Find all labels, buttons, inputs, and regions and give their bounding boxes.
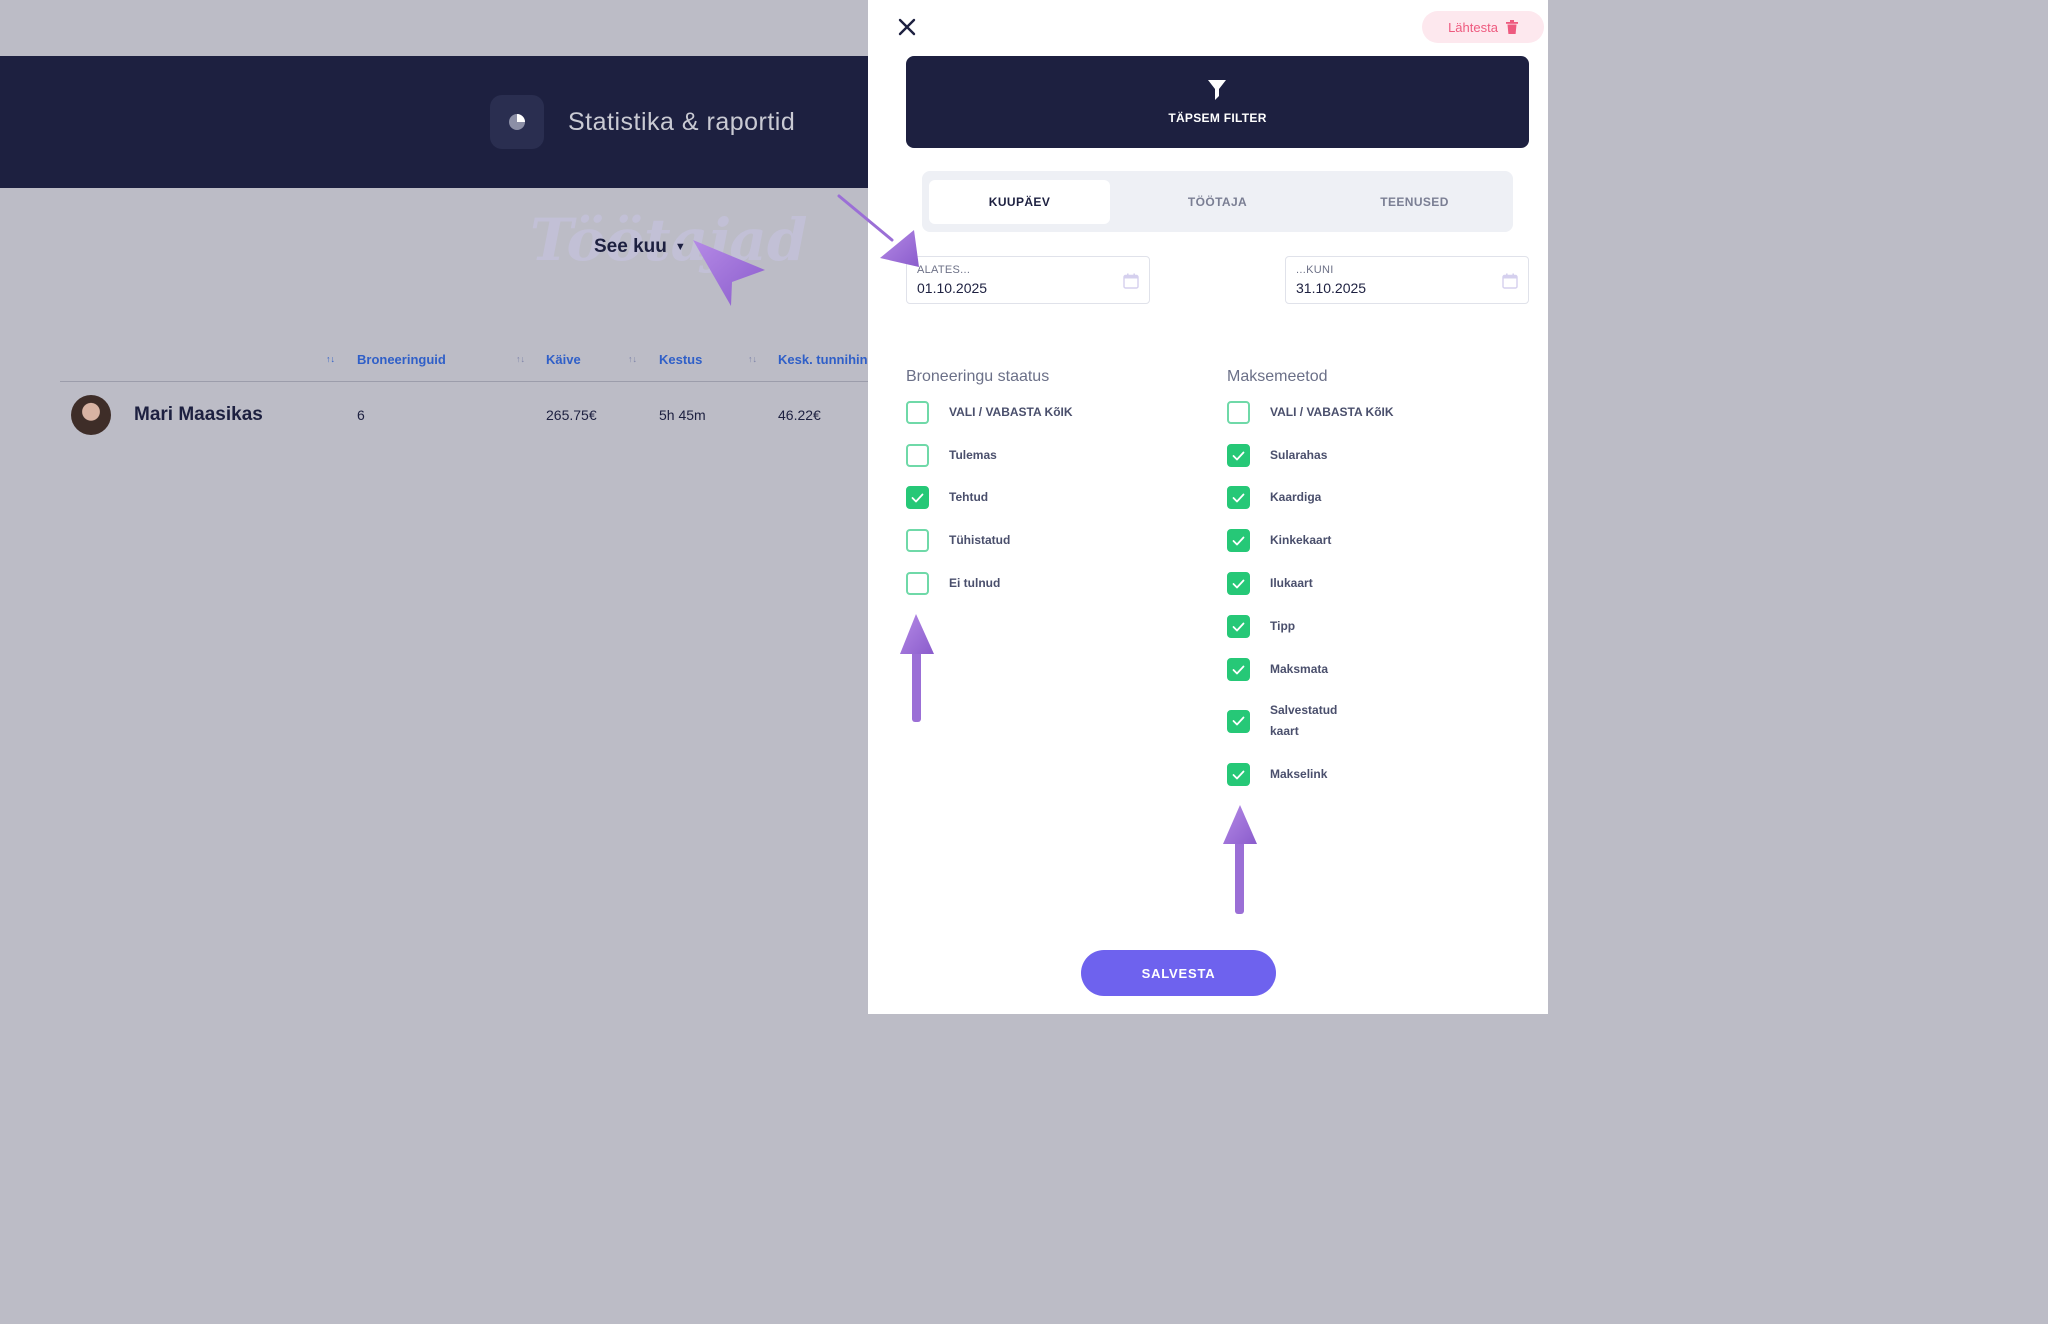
tab-date[interactable]: KUUPÄEV [929, 180, 1110, 224]
payment-checkbox-tip[interactable]: Tipp [1227, 615, 1295, 638]
checkbox-label: Sularahas [1270, 448, 1328, 462]
status-checkbox-cancelled[interactable]: Tühistatud [906, 529, 1010, 552]
app-logo [490, 95, 544, 149]
payment-checkbox-saved-card[interactable]: Salvestatud kaart [1227, 700, 1350, 742]
trash-icon [1505, 20, 1518, 34]
payment-section-title: Maksemeetod [1227, 368, 1328, 385]
date-to-label: ...KUNI [1296, 264, 1334, 276]
avatar [71, 395, 111, 435]
calendar-icon[interactable] [1502, 273, 1518, 289]
status-checkbox-no-show[interactable]: Ei tulnud [906, 572, 1000, 595]
tab-services[interactable]: TEENUSED [1324, 180, 1505, 224]
check-icon [1232, 493, 1245, 502]
caret-down-icon: ▼ [674, 241, 686, 253]
payment-checkbox-cash[interactable]: Sularahas [1227, 444, 1327, 467]
sort-icon[interactable]: ↑↓ [326, 354, 335, 364]
check-icon [1232, 665, 1245, 674]
status-checkbox-all[interactable]: VALI / VABASTA KõIK [906, 401, 1073, 424]
bookings-cell: 6 [357, 407, 365, 423]
sort-icon[interactable]: ↑↓ [628, 354, 637, 364]
column-header-turnover[interactable]: Käive [546, 352, 581, 367]
checkbox[interactable] [1227, 486, 1250, 509]
page-title: Statistika & raportid [568, 108, 796, 136]
status-section-title: Broneeringu staatus [906, 368, 1050, 385]
checkbox[interactable] [906, 444, 929, 467]
check-icon [1232, 536, 1245, 545]
sort-icon[interactable]: ↑↓ [516, 354, 525, 364]
period-label: See kuu [594, 236, 667, 257]
checkbox[interactable] [906, 401, 929, 424]
checkbox[interactable] [1227, 401, 1250, 424]
filter-banner: TÄPSEM FILTER [906, 56, 1529, 148]
duration-cell: 5h 45m [659, 407, 706, 423]
check-icon [1232, 451, 1245, 460]
checkbox-label: Ei tulnud [949, 576, 1001, 590]
checkbox-label: Ilukaart [1270, 576, 1313, 590]
checkbox[interactable] [1227, 709, 1250, 733]
date-from-field[interactable]: ALATES... 01.10.2025 [906, 256, 1150, 304]
check-icon [1232, 770, 1245, 779]
turnover-cell: 265.75€ [546, 407, 597, 423]
column-header-duration[interactable]: Kestus [659, 352, 702, 367]
checkbox[interactable] [906, 529, 929, 552]
payment-checkbox-payment-link[interactable]: Makselink [1227, 763, 1327, 786]
status-checkbox-done[interactable]: Tehtud [906, 486, 988, 509]
date-to-field[interactable]: ...KUNI 31.10.2025 [1285, 256, 1529, 304]
close-icon [898, 18, 916, 36]
date-from-value: 01.10.2025 [917, 280, 988, 296]
checkbox-label: Tehtud [949, 490, 989, 504]
filter-title: TÄPSEM FILTER [1168, 111, 1267, 125]
checkbox[interactable] [1227, 444, 1250, 467]
checkbox-label: VALI / VABASTA KõIK [949, 405, 1073, 419]
filter-tabs: KUUPÄEV TÖÖTAJA TEENUSED [922, 171, 1513, 232]
checkbox-label: Kaardiga [1270, 490, 1322, 504]
reset-label: Lähtesta [1448, 19, 1498, 35]
checkbox-label: Tühistatud [949, 533, 1011, 547]
funnel-icon [1208, 80, 1226, 100]
checkbox-label: Salvestatud kaart [1270, 703, 1338, 738]
checkbox[interactable] [1227, 572, 1250, 595]
close-button[interactable] [896, 16, 918, 38]
period-selector[interactable]: See kuu ▼ [594, 236, 686, 258]
payment-checkbox-gift-card[interactable]: Kinkekaart [1227, 529, 1331, 552]
calendar-icon[interactable] [1123, 273, 1139, 289]
checkbox[interactable] [1227, 615, 1250, 638]
payment-checkbox-all[interactable]: VALI / VABASTA KõIK [1227, 401, 1394, 424]
sort-icon[interactable]: ↑↓ [748, 354, 757, 364]
checkbox[interactable] [1227, 763, 1250, 786]
payment-checkbox-unpaid[interactable]: Maksmata [1227, 658, 1328, 681]
check-icon [1232, 579, 1245, 588]
table-header: ↑↓ Broneeringuid ↑↓ Käive ↑↓ Kestus ↑↓ K… [60, 346, 868, 382]
checkbox-label: Tulemas [949, 448, 997, 462]
checkbox-label: Makselink [1270, 767, 1328, 781]
pie-chart-icon [509, 114, 525, 130]
reset-button[interactable]: Lähtesta [1422, 11, 1544, 43]
checkbox[interactable] [906, 572, 929, 595]
avg-rate-cell: 46.22€ [778, 407, 821, 423]
payment-checkbox-card[interactable]: Kaardiga [1227, 486, 1321, 509]
checkbox-label: Tipp [1270, 619, 1296, 633]
table-row[interactable]: Mari Maasikas 6 265.75€ 5h 45m 46.22€ [60, 384, 868, 444]
checkbox-label: Maksmata [1270, 662, 1329, 676]
check-icon [1232, 622, 1245, 631]
background-app: Statistika & raportid Töötajad See kuu ▼… [0, 0, 868, 1014]
status-checkbox-upcoming[interactable]: Tulemas [906, 444, 997, 467]
checkbox-label: VALI / VABASTA KõIK [1270, 405, 1394, 419]
check-icon [911, 493, 924, 502]
save-button[interactable]: SALVESTA [1081, 950, 1276, 996]
employee-name: Mari Maasikas [134, 404, 263, 425]
column-header-avg-rate[interactable]: Kesk. tunnihin [778, 352, 868, 367]
date-from-label: ALATES... [917, 264, 971, 276]
date-to-value: 31.10.2025 [1296, 280, 1367, 296]
checkbox[interactable] [906, 486, 929, 509]
checkbox[interactable] [1227, 658, 1250, 681]
check-icon [1232, 716, 1245, 726]
column-header-bookings[interactable]: Broneeringuid [357, 352, 446, 367]
tab-employee[interactable]: TÖÖTAJA [1127, 180, 1308, 224]
checkbox-label: Kinkekaart [1270, 533, 1332, 547]
payment-checkbox-beauty-card[interactable]: Ilukaart [1227, 572, 1313, 595]
checkbox[interactable] [1227, 529, 1250, 552]
